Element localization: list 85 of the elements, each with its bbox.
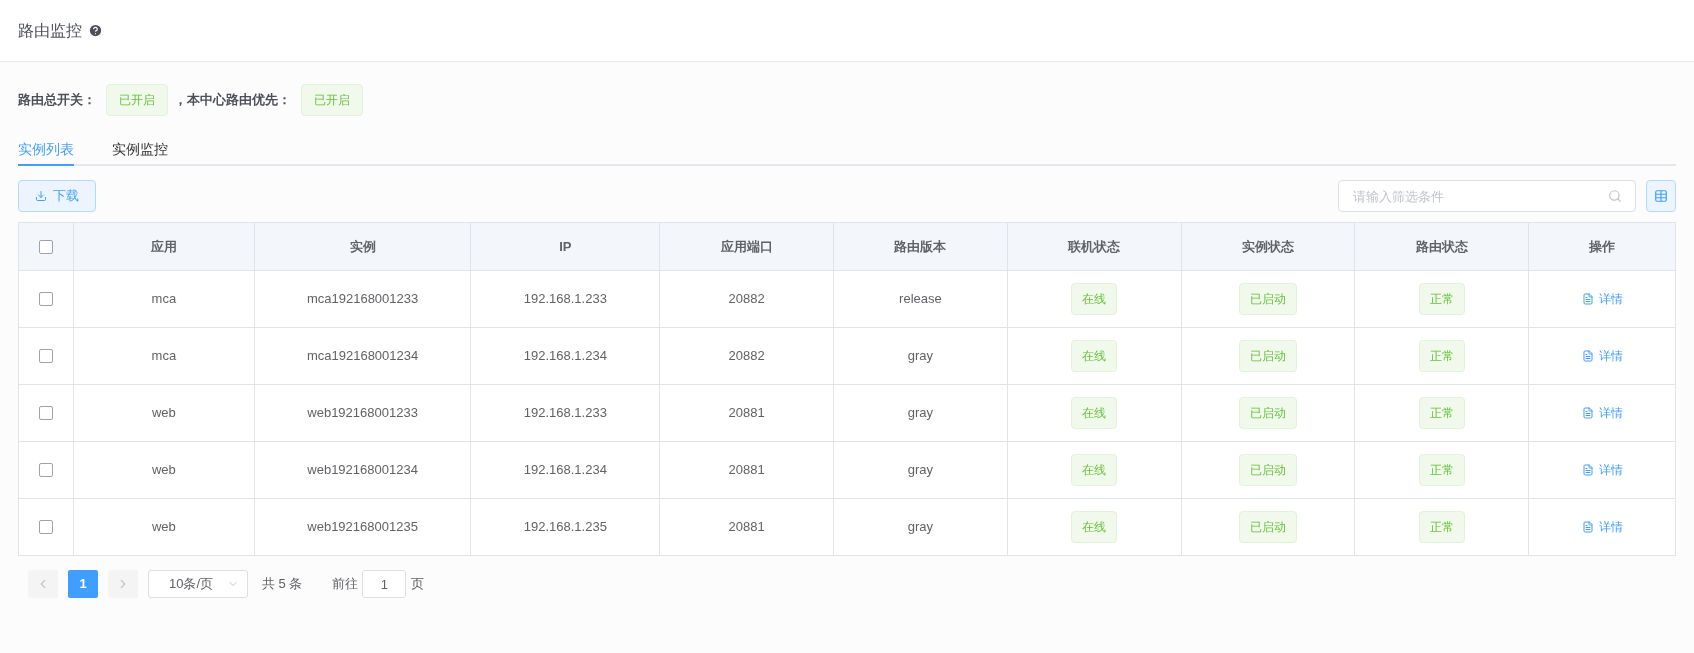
details-link[interactable]: 详情 [1581, 518, 1623, 536]
column-header: 操作 [1589, 237, 1616, 256]
table-cell-text: 192.168.1.233 [523, 404, 607, 423]
document-icon [1581, 521, 1594, 533]
table-cell-text: web192168001233 [307, 404, 418, 423]
table-cell-text: 192.168.1.234 [523, 461, 607, 480]
status-tag: 在线 [1071, 511, 1118, 543]
table-icon [1654, 189, 1668, 203]
checkbox[interactable] [38, 239, 53, 254]
status-tag: 已启动 [1239, 454, 1297, 486]
table-cell-text: web [151, 518, 176, 537]
status-tag: 已开启 [106, 84, 168, 116]
table-cell-text: 20882 [728, 290, 765, 309]
switch-label: ，本中心路由优先： [174, 91, 291, 110]
table-cell-text: gray [907, 404, 934, 423]
details-link[interactable]: 详情 [1581, 347, 1623, 365]
table-cell-text: 20881 [728, 404, 765, 423]
page-button[interactable]: 1 [68, 570, 98, 598]
table-cell-text: mca [151, 347, 177, 366]
status-tag: 已启动 [1239, 511, 1297, 543]
tab[interactable]: 实例监控 [112, 134, 168, 166]
page-size-select[interactable]: 10条/页 [148, 570, 248, 598]
table-cell-text: web192168001235 [307, 518, 418, 537]
status-tag: 在线 [1071, 283, 1118, 315]
table-cell-text: gray [907, 347, 934, 366]
details-link[interactable]: 详情 [1581, 290, 1623, 308]
checkbox[interactable] [38, 406, 53, 420]
table-cell-text: web192168001234 [307, 461, 418, 480]
table-cell-text: gray [907, 518, 934, 537]
document-icon [1581, 293, 1594, 305]
checkbox[interactable] [38, 292, 53, 306]
checkbox[interactable] [38, 349, 53, 363]
column-header: IP [559, 237, 572, 256]
table-cell-text: 20881 [728, 518, 765, 537]
column-header: 路由状态 [1415, 237, 1468, 256]
checkbox[interactable] [38, 463, 53, 477]
status-tag: 正常 [1418, 340, 1465, 372]
table-cell-text: mca [151, 290, 177, 309]
table-cell-text: 192.168.1.235 [523, 518, 607, 537]
status-tag: 已开启 [301, 84, 363, 116]
page-title: 路由监控 [18, 20, 82, 41]
table-cell-text: web [151, 404, 176, 423]
table-cell-text: mca192168001233 [306, 290, 419, 309]
status-tag: 在线 [1071, 454, 1118, 486]
column-header: 实例状态 [1242, 237, 1294, 256]
table-cell-text: web [151, 461, 176, 480]
status-tag: 正常 [1418, 283, 1465, 315]
column-header: 应用端口 [720, 237, 773, 256]
goto-label: 前往 [332, 575, 359, 594]
details-link[interactable]: 详情 [1581, 404, 1623, 422]
table-cell-text: mca192168001234 [306, 347, 419, 366]
status-tag: 已启动 [1239, 283, 1297, 315]
status-tag: 已启动 [1239, 397, 1297, 429]
document-icon [1581, 464, 1594, 476]
total-count: 共 5 条 [262, 575, 303, 594]
checkbox[interactable] [38, 520, 53, 534]
status-tag: 正常 [1418, 511, 1465, 543]
details-link[interactable]: 详情 [1581, 461, 1623, 479]
table-cell-text: 20881 [728, 461, 765, 480]
download-button[interactable]: 下载 [18, 180, 96, 212]
table-cell-text: 192.168.1.233 [523, 290, 607, 309]
tab[interactable]: 实例列表 [18, 134, 74, 166]
column-header: 实例 [349, 237, 376, 256]
table-cell-text: gray [907, 461, 934, 480]
status-tag: 正常 [1418, 454, 1465, 486]
help-icon[interactable] [88, 23, 103, 38]
table-cell-text: 20882 [728, 347, 765, 366]
page-input[interactable]: 1 [362, 570, 407, 598]
status-tag: 已启动 [1239, 340, 1297, 372]
document-icon [1581, 350, 1594, 362]
table-cell-text: 192.168.1.234 [523, 347, 607, 366]
status-tag: 在线 [1071, 397, 1118, 429]
column-header: 应用 [150, 237, 177, 256]
page-suffix: 页 [411, 575, 425, 594]
status-tag: 在线 [1071, 340, 1118, 372]
table-cell-text: release [899, 290, 942, 309]
document-icon [1581, 407, 1594, 419]
search-field[interactable]: 请输入筛选条件 [1338, 180, 1636, 212]
status-tag: 正常 [1418, 397, 1465, 429]
download-icon [35, 190, 47, 202]
columns-button[interactable] [1646, 180, 1676, 212]
column-header: 路由版本 [894, 237, 947, 256]
column-header: 联机状态 [1068, 237, 1121, 256]
switch-label: 路由总开关： [18, 91, 96, 110]
search-icon [1608, 189, 1622, 203]
